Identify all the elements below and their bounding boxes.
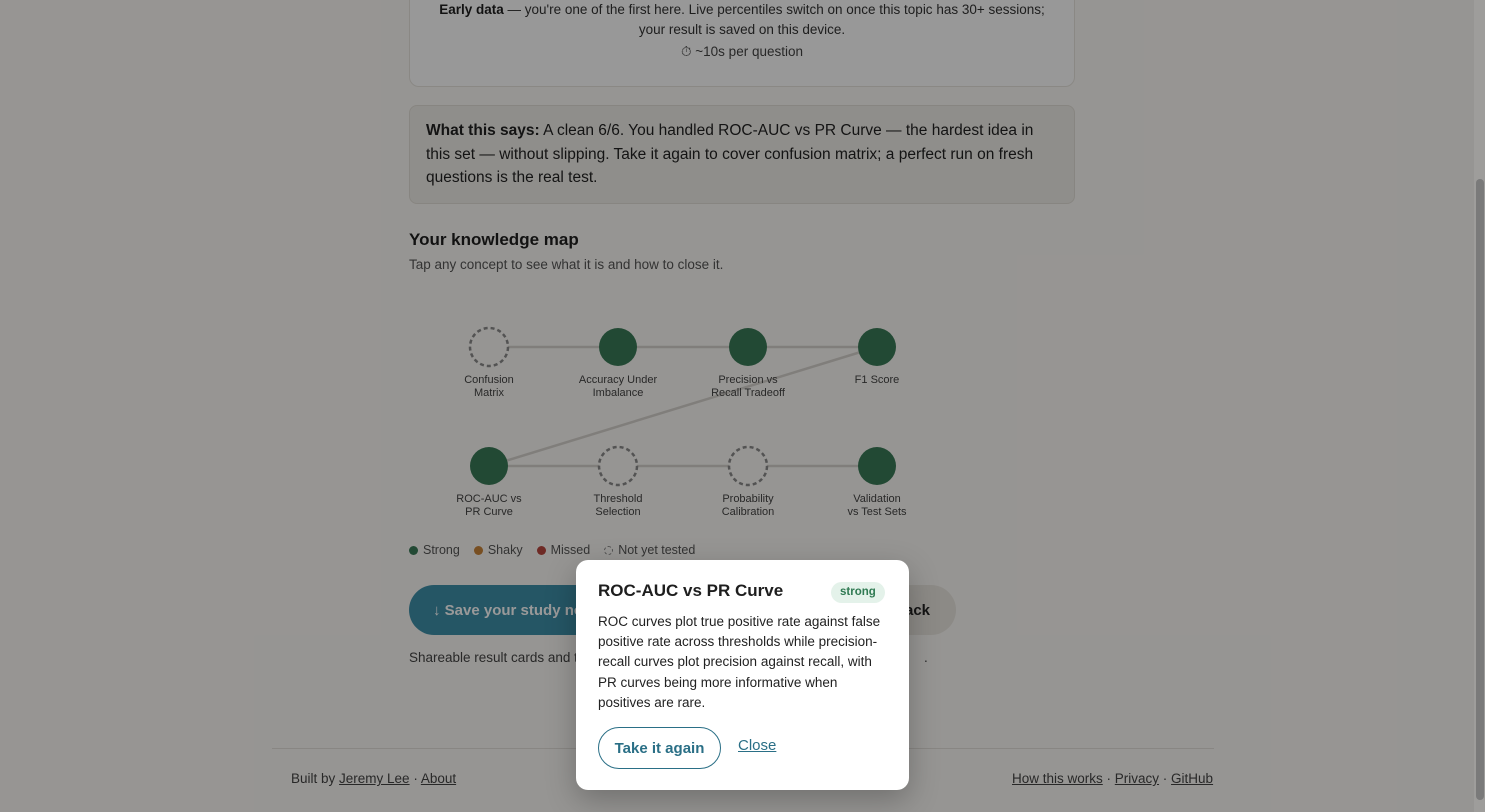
close-button[interactable]: Close [738,737,776,754]
take-it-again-button[interactable]: Take it again [598,727,721,769]
dialog-description: ROC curves plot true positive rate again… [598,614,881,710]
concept-detail-dialog: ROC-AUC vs PR Curve strong ROC curves pl… [576,560,909,790]
dialog-title: ROC-AUC vs PR Curve [598,581,784,600]
scrollbar-thumb[interactable] [1476,179,1484,800]
status-badge: strong [831,582,885,603]
